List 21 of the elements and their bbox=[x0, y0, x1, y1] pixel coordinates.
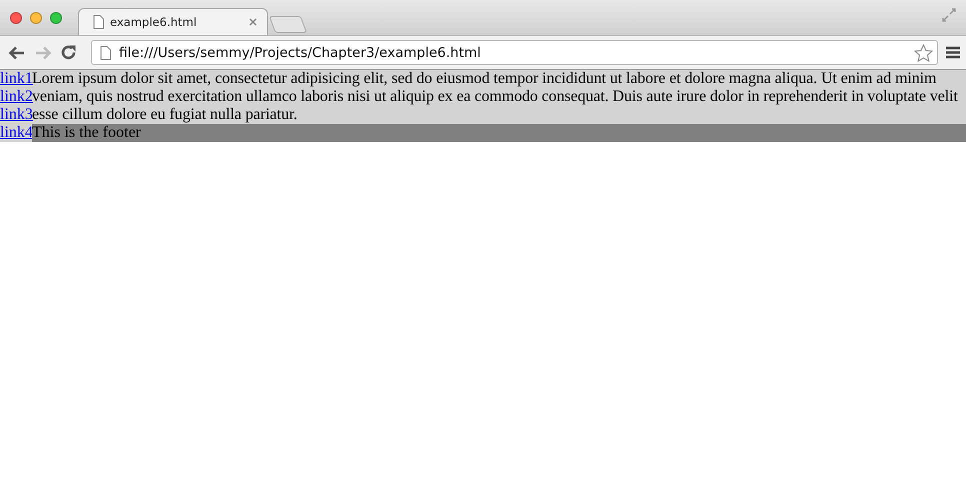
menu-button[interactable] bbox=[946, 46, 960, 59]
new-tab-button[interactable] bbox=[268, 16, 308, 33]
close-icon[interactable] bbox=[249, 18, 257, 26]
zoom-window-button[interactable] bbox=[50, 12, 62, 24]
footer-text: This is the footer bbox=[32, 124, 966, 142]
body-paragraph: Lorem ipsum dolor sit amet, consectetur adipisicing elit, sed do eiusmod tempor incididunt ut labore et dolore magna aliqua. Ut enim ad minim veniam, quis nostrud exercitation ullamco laboris nisi ut aliquip ex ea commodo consequat. Duis aute irure dolor in reprehenderit in voluptate velit esse cillum dolore eu fugiat nulla pariatur. bbox=[32, 70, 959, 124]
fullscreen-icon[interactable] bbox=[942, 8, 956, 22]
address-bar[interactable]: file:///Users/semmy/Projects/Chapter3/example6.html bbox=[91, 40, 938, 65]
close-window-button[interactable] bbox=[10, 12, 22, 24]
forward-button[interactable] bbox=[34, 44, 52, 60]
minimize-window-button[interactable] bbox=[30, 12, 42, 24]
star-icon[interactable] bbox=[914, 44, 933, 62]
page-icon bbox=[100, 46, 111, 60]
reload-button[interactable] bbox=[60, 44, 77, 61]
back-button[interactable] bbox=[8, 44, 26, 60]
nav-link[interactable]: link1 bbox=[0, 70, 32, 88]
browser-tab[interactable]: example6.html bbox=[78, 8, 268, 35]
nav-link[interactable]: link2 bbox=[0, 88, 32, 106]
page-icon bbox=[93, 15, 104, 29]
nav-link[interactable]: link4 bbox=[0, 124, 32, 142]
nav-link[interactable]: link3 bbox=[0, 106, 32, 124]
